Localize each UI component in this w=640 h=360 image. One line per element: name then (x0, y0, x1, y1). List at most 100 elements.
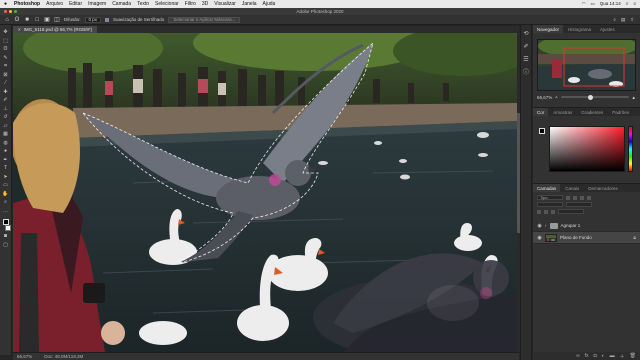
new-selection-icon[interactable]: ■ (24, 17, 30, 23)
tab-histogram[interactable]: Histograma (564, 25, 595, 33)
menu-app-name[interactable]: Photoshop (14, 1, 40, 7)
wifi-icon[interactable]: ◠ (582, 1, 586, 7)
battery-icon[interactable]: ▭ (591, 1, 595, 7)
history-panel-icon[interactable]: ⟲ (523, 31, 530, 38)
eyedropper-tool-icon[interactable]: ⁄ (2, 80, 9, 86)
document-tab[interactable]: × IMG_5118.psd @ 66,7% (RGB/8*) (13, 26, 98, 33)
filter-pixel-icon[interactable] (566, 195, 570, 200)
lock-all-icon[interactable] (551, 209, 555, 214)
path-selection-tool-icon[interactable]: ➤ (2, 174, 9, 180)
menu-file[interactable]: Arquivo (46, 1, 63, 7)
visibility-eye-icon[interactable]: ◉ (537, 235, 542, 241)
lock-position-icon[interactable] (544, 209, 548, 214)
menu-help[interactable]: Ajuda (263, 1, 276, 7)
control-center-icon[interactable]: ≡ (633, 1, 636, 7)
visibility-eye-icon[interactable]: ◉ (537, 223, 542, 229)
brush-tool-icon[interactable]: ✐ (2, 97, 9, 103)
tab-navigator[interactable]: Navegador (533, 25, 564, 33)
workspace-icon[interactable]: ▤ (621, 17, 625, 23)
navigator-zoom-value[interactable]: 66,67% (537, 95, 552, 100)
filter-type-icon[interactable] (580, 195, 584, 200)
zoom-out-icon[interactable]: ▵ (555, 94, 557, 100)
status-zoom[interactable]: 66,67% (17, 354, 32, 359)
foreground-color-swatch[interactable] (2, 219, 9, 225)
color-panel-foreground-swatch[interactable] (539, 128, 545, 134)
menu-window[interactable]: Janela (242, 1, 257, 7)
layer-style-icon[interactable]: fx (585, 353, 589, 359)
tab-gradients[interactable]: Gradientes (577, 108, 607, 116)
select-and-mask-button[interactable]: Selecionar e Aplicar Máscara... (168, 16, 241, 23)
add-selection-icon[interactable]: □ (34, 17, 40, 23)
layer-filter-kind[interactable]: Tipo (537, 195, 563, 200)
lasso-tool-icon[interactable]: ʘ (2, 46, 9, 52)
tab-paths[interactable]: Demarcadores (584, 184, 622, 192)
feather-input[interactable]: 0 px (84, 16, 102, 23)
rectangle-tool-icon[interactable]: ▭ (2, 182, 9, 188)
menubar-clock[interactable]: Qua 14:14 (600, 1, 621, 7)
status-doc-size[interactable]: Doc: 48,0M/119,3M (44, 354, 83, 359)
pen-tool-icon[interactable]: ✒ (2, 157, 9, 163)
quick-select-tool-icon[interactable]: ✎ (2, 55, 9, 61)
dodge-tool-icon[interactable]: ● (2, 148, 9, 154)
menu-select[interactable]: Selecionar (155, 1, 179, 7)
type-tool-icon[interactable]: T (2, 165, 9, 171)
search-icon[interactable]: ⌕ (626, 1, 629, 7)
home-icon[interactable]: ⌂ (4, 17, 10, 23)
tab-layers[interactable]: Camadas (533, 184, 561, 192)
move-tool-icon[interactable]: ✥ (2, 29, 9, 35)
lasso-tool-icon[interactable]: ʘ (14, 17, 20, 23)
healing-brush-tool-icon[interactable]: ✚ (2, 89, 9, 95)
tab-color[interactable]: Cor (533, 108, 549, 116)
navigator-thumbnail[interactable] (537, 39, 636, 91)
minimize-window-button[interactable] (9, 10, 12, 13)
layer-row-group[interactable]: ◉ › Agrupar 1 (533, 220, 640, 232)
delete-layer-icon[interactable]: 🗑︎ (630, 353, 636, 359)
subtract-selection-icon[interactable]: ▣ (44, 17, 50, 23)
new-layer-icon[interactable]: ＋ (620, 353, 625, 360)
zoom-slider-knob[interactable] (587, 94, 593, 100)
crop-tool-icon[interactable]: ⌗ (2, 63, 9, 69)
menu-filter[interactable]: Filtro (185, 1, 196, 7)
tab-swatches[interactable]: Amostras (549, 108, 576, 116)
filter-shape-icon[interactable] (587, 195, 591, 200)
zoom-in-icon[interactable]: ▲ (632, 95, 636, 100)
menu-layer[interactable]: Camada (112, 1, 131, 7)
more-tools-icon[interactable]: … (2, 208, 9, 214)
clone-stamp-tool-icon[interactable]: ⊥ (2, 106, 9, 112)
layer-row-background[interactable]: ◉ Plano de Fundo 🔒︎ (533, 232, 640, 244)
properties-panel-icon[interactable]: ☰ (523, 57, 530, 64)
brush-settings-icon[interactable]: ✐ (523, 44, 530, 51)
zoom-tool-icon[interactable]: ⌕ (2, 199, 9, 205)
search-icon[interactable]: ⌕ (613, 17, 616, 23)
blur-tool-icon[interactable]: ◍ (2, 140, 9, 146)
apple-menu-icon[interactable]: ● (4, 1, 10, 7)
navigator-zoom-slider[interactable] (560, 94, 629, 100)
adjustment-layer-icon[interactable]: ◐ (602, 353, 605, 359)
tab-channels[interactable]: Canais (561, 184, 583, 192)
menu-image[interactable]: Imagem (88, 1, 106, 7)
add-mask-icon[interactable]: ◘ (594, 353, 597, 359)
document-canvas[interactable] (13, 33, 517, 352)
menu-view[interactable]: Visualizar (214, 1, 236, 7)
new-group-icon[interactable]: ▬ (610, 353, 615, 359)
marquee-tool-icon[interactable]: ⬚ (2, 38, 9, 44)
intersect-selection-icon[interactable]: ◫ (54, 17, 60, 23)
frame-tool-icon[interactable]: ⊠ (2, 72, 9, 78)
antialias-checkbox[interactable] (105, 17, 110, 22)
filter-adjust-icon[interactable] (573, 195, 577, 200)
tab-patterns[interactable]: Padrões (608, 108, 633, 116)
hue-slider[interactable] (628, 126, 633, 172)
tab-adjustments[interactable]: Ajustes (596, 25, 619, 33)
quick-mask-icon[interactable]: ◙ (2, 233, 9, 239)
expand-arrow-icon[interactable]: › (545, 223, 547, 228)
screen-mode-icon[interactable]: ▢ (2, 242, 9, 248)
share-icon[interactable]: ⇪ (630, 17, 634, 23)
zoom-window-button[interactable] (14, 10, 17, 13)
close-window-button[interactable] (4, 10, 7, 13)
gradient-tool-icon[interactable]: ▦ (2, 131, 9, 137)
link-layers-icon[interactable]: ∞ (576, 353, 580, 359)
menu-3d[interactable]: 3D (202, 1, 208, 7)
opacity-field[interactable] (566, 202, 592, 207)
menu-type[interactable]: Texto (137, 1, 149, 7)
info-panel-icon[interactable]: ⓘ (523, 70, 530, 77)
